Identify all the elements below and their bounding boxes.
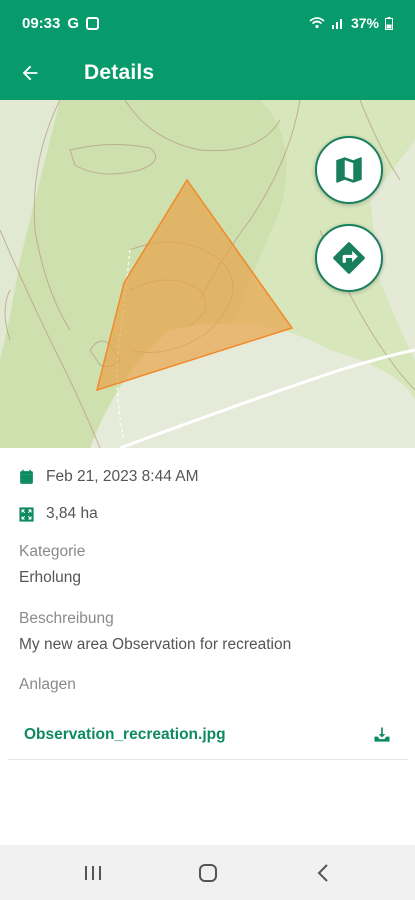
back-nav-button[interactable] [293,845,353,900]
battery-percent: 37% [350,15,379,31]
status-bar: 09:33 G 37% [0,0,415,46]
app-bar: Details [0,46,415,100]
category-value: Erholung [19,569,82,586]
status-time: 09:33 [22,14,61,32]
home-icon [198,863,217,882]
map-view[interactable] [0,100,415,448]
area-row: 3,84 ha [18,505,98,523]
battery-icon [385,16,393,30]
back-nav-icon [317,863,328,882]
calendar-icon [18,469,35,486]
attachment-item[interactable]: Observation_recreation.jpg [8,710,408,760]
signal-icon [331,19,342,29]
map-layers-icon [336,157,362,183]
google-icon: G [67,14,80,32]
date-row: Feb 21, 2023 8:44 AM [18,468,199,486]
observation-date: Feb 21, 2023 8:44 AM [46,468,199,485]
recent-apps-button[interactable] [63,845,123,900]
home-button[interactable] [178,845,238,900]
area-icon [18,506,35,523]
page-title: Details [84,61,155,84]
notification-icon [86,16,100,30]
system-nav-bar [0,845,415,900]
directions-icon [333,242,365,274]
wifi-icon [309,17,325,29]
attachments-label: Anlagen [19,676,76,693]
map-layers-button[interactable] [315,136,383,204]
description-value: My new area Observation for recreation [19,636,292,653]
attachment-filename[interactable]: Observation_recreation.jpg [24,726,226,744]
back-button[interactable] [0,46,60,100]
directions-button[interactable] [315,224,383,292]
download-icon[interactable] [372,725,392,745]
area-value: 3,84 ha [46,505,98,522]
category-label: Kategorie [19,543,86,560]
recent-apps-icon [84,865,101,880]
arrow-back-icon [22,65,38,81]
description-label: Beschreibung [19,610,114,627]
